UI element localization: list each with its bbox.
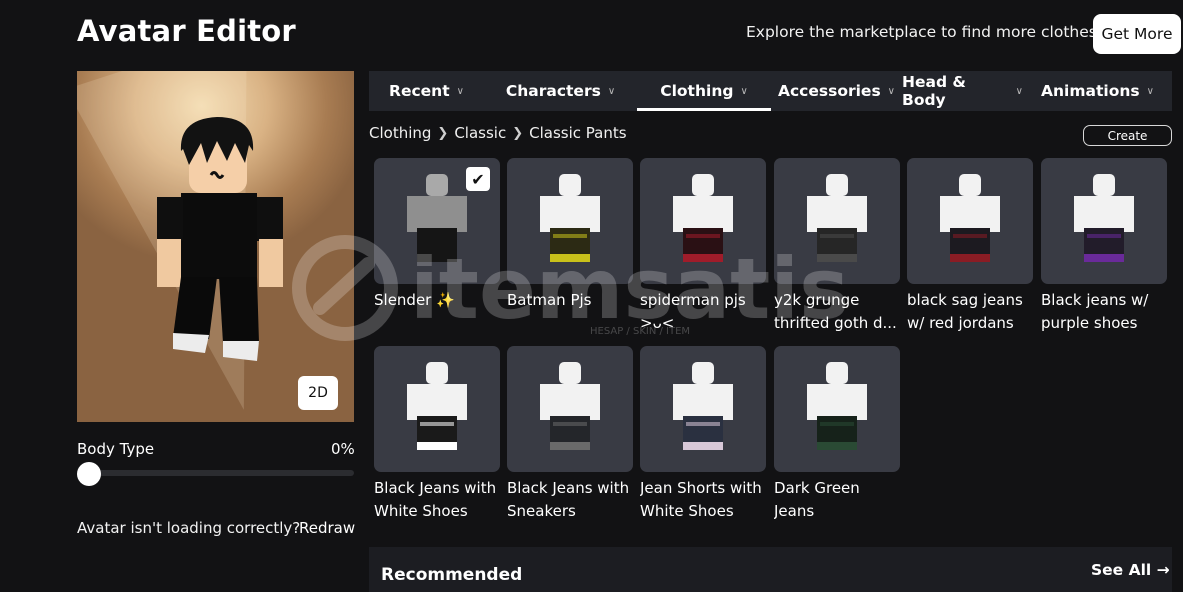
2d-toggle-button[interactable]: 2D bbox=[298, 376, 338, 410]
item-name: Batman Pjs bbox=[507, 291, 592, 309]
tab-label: Clothing bbox=[660, 82, 734, 100]
item-card[interactable]: Black jeans w/ purple shoes bbox=[1041, 158, 1167, 335]
item-thumbnail[interactable] bbox=[774, 346, 900, 472]
item-card[interactable]: Black Jeans with White Shoes bbox=[374, 346, 500, 523]
tab-label: Head & Body bbox=[902, 73, 966, 109]
item-thumbnail[interactable] bbox=[374, 346, 500, 472]
tab-animations[interactable]: Animations ∨ bbox=[1023, 71, 1172, 111]
item-name: Slender ✨ bbox=[374, 291, 455, 309]
avatar-loading-help-text: Avatar isn't loading correctly? bbox=[77, 519, 301, 537]
item-name: black sag jeans w/ red jordans bbox=[907, 291, 1023, 332]
checkmark-icon[interactable]: ✔ bbox=[466, 167, 490, 191]
chevron-down-icon: ∨ bbox=[1146, 85, 1154, 97]
page-title: Avatar Editor bbox=[77, 14, 296, 48]
item-thumbnail[interactable] bbox=[774, 158, 900, 284]
item-card[interactable]: ✔ Slender ✨ bbox=[374, 158, 500, 312]
item-name: Dark Green Jeans bbox=[774, 479, 860, 520]
tab-characters[interactable]: Characters ∨ bbox=[484, 71, 637, 111]
item-thumbnail[interactable] bbox=[907, 158, 1033, 284]
tab-head-body[interactable]: Head & Body ∨ bbox=[902, 71, 1023, 111]
item-thumbnail[interactable] bbox=[640, 158, 766, 284]
pants-thumbnail-figure bbox=[673, 362, 733, 450]
tab-label: Accessories bbox=[777, 82, 881, 100]
item-card[interactable]: Black Jeans with Sneakers bbox=[507, 346, 633, 523]
body-type-slider-track[interactable] bbox=[80, 470, 354, 476]
chevron-down-icon: ∨ bbox=[887, 85, 895, 97]
category-tabs: Recent ∨ Characters ∨ Clothing ∨ Accessories ∨ H… bbox=[369, 71, 1172, 111]
arrow-right-icon: → bbox=[1156, 561, 1170, 579]
chevron-down-icon: ∨ bbox=[740, 85, 748, 97]
pants-thumbnail-figure bbox=[673, 174, 733, 262]
pants-thumbnail-figure bbox=[807, 174, 867, 262]
avatar-preview[interactable] bbox=[77, 71, 354, 422]
tab-label: Recent bbox=[389, 82, 450, 100]
item-card[interactable]: spiderman pjs >ᴗ< bbox=[640, 158, 766, 335]
see-all-link[interactable]: See All → bbox=[1091, 561, 1170, 579]
breadcrumb-item[interactable]: Classic bbox=[454, 124, 506, 142]
item-name: Black Jeans with Sneakers bbox=[507, 479, 630, 520]
item-thumbnail[interactable] bbox=[1041, 158, 1167, 284]
tab-label: Animations bbox=[1041, 82, 1140, 100]
item-name: Jean Shorts with White Shoes bbox=[640, 479, 762, 520]
pants-thumbnail-figure bbox=[807, 362, 867, 450]
avatar-figure bbox=[157, 117, 283, 361]
create-button[interactable]: Create bbox=[1083, 125, 1172, 146]
get-more-button[interactable]: Get More bbox=[1093, 14, 1181, 54]
item-thumbnail[interactable] bbox=[507, 158, 633, 284]
breadcrumb-item[interactable]: Clothing bbox=[369, 124, 431, 142]
pants-thumbnail-figure bbox=[540, 174, 600, 262]
body-type-label: Body Type bbox=[77, 440, 155, 458]
chevron-right-icon: ❯ bbox=[437, 125, 449, 141]
item-thumbnail[interactable] bbox=[640, 346, 766, 472]
body-type-slider-thumb[interactable] bbox=[77, 462, 101, 486]
item-card[interactable]: Jean Shorts with White Shoes bbox=[640, 346, 766, 523]
item-card[interactable]: Batman Pjs bbox=[507, 158, 633, 312]
chevron-down-icon: ∨ bbox=[456, 85, 464, 97]
tab-clothing[interactable]: Clothing ∨ bbox=[637, 71, 771, 111]
item-name: Black jeans w/ purple shoes bbox=[1041, 291, 1149, 332]
body-type-value: 0% bbox=[331, 440, 355, 458]
redraw-link[interactable]: Redraw bbox=[299, 519, 355, 537]
pants-thumbnail-figure bbox=[540, 362, 600, 450]
breadcrumb-item[interactable]: Classic Pants bbox=[529, 124, 626, 142]
item-thumbnail[interactable] bbox=[507, 346, 633, 472]
item-name: spiderman pjs >ᴗ< bbox=[640, 291, 746, 332]
chevron-down-icon: ∨ bbox=[607, 85, 616, 97]
chevron-down-icon: ∨ bbox=[1015, 85, 1023, 97]
pants-thumbnail-figure bbox=[1074, 174, 1134, 262]
tab-label: Characters bbox=[505, 82, 601, 100]
item-name: Black Jeans with White Shoes bbox=[374, 479, 497, 520]
pants-thumbnail-figure bbox=[940, 174, 1000, 262]
item-card[interactable]: Dark Green Jeans bbox=[774, 346, 900, 523]
see-all-label: See All bbox=[1091, 561, 1152, 579]
marketplace-promo-text: Explore the marketplace to find more clo… bbox=[746, 23, 1104, 41]
recommended-title: Recommended bbox=[381, 565, 523, 585]
item-card[interactable]: y2k grunge thrifted goth d... bbox=[774, 158, 900, 335]
item-thumbnail[interactable]: ✔ bbox=[374, 158, 500, 284]
item-card[interactable]: black sag jeans w/ red jordans bbox=[907, 158, 1033, 335]
tab-accessories[interactable]: Accessories ∨ bbox=[771, 71, 902, 111]
item-name: y2k grunge thrifted goth d... bbox=[774, 291, 897, 332]
tab-recent[interactable]: Recent ∨ bbox=[369, 71, 484, 111]
breadcrumb: Clothing ❯ Classic ❯ Classic Pants bbox=[369, 124, 627, 142]
chevron-right-icon: ❯ bbox=[512, 125, 524, 141]
pants-thumbnail-figure bbox=[407, 362, 467, 450]
